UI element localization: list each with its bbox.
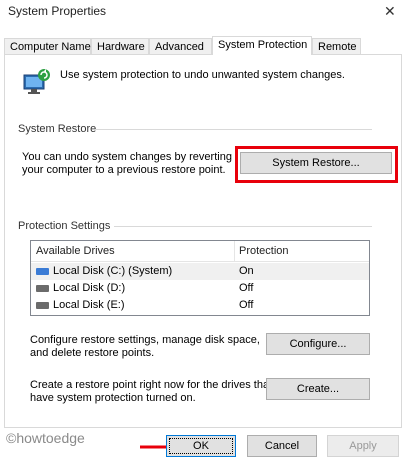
window-title: System Properties	[8, 4, 107, 18]
list-item[interactable]: Local Disk (E:) Off	[31, 297, 369, 314]
configure-button[interactable]: Configure...	[266, 333, 370, 355]
watermark: ©howtoedge	[6, 430, 85, 446]
drive-name: Local Disk (E:)	[53, 299, 125, 311]
list-item[interactable]: Local Disk (D:) Off	[31, 280, 369, 297]
configure-description-1: Configure restore settings, manage disk …	[30, 334, 260, 346]
group-divider	[114, 226, 372, 227]
tab-system-protection[interactable]: System Protection	[212, 36, 312, 55]
system-protection-shield-icon	[20, 66, 52, 98]
drives-list[interactable]: Available Drives Protection Local Disk (…	[30, 240, 370, 316]
drive-protection: Off	[239, 299, 254, 311]
tab-computer-name[interactable]: Computer Name	[4, 38, 91, 54]
group-divider	[96, 129, 372, 130]
create-description-2: have system protection turned on.	[30, 392, 196, 404]
cancel-button[interactable]: Cancel	[247, 435, 317, 457]
create-description-1: Create a restore point right now for the…	[30, 379, 273, 391]
column-available-drives[interactable]: Available Drives	[31, 241, 115, 261]
system-restore-group-label: System Restore	[18, 123, 97, 135]
system-restore-description-1: You can undo system changes by reverting	[22, 151, 232, 163]
list-item[interactable]: Local Disk (C:) (System) On	[31, 263, 369, 280]
column-protection[interactable]: Protection	[234, 241, 289, 261]
system-restore-description-2: your computer to a previous restore poin…	[22, 164, 226, 176]
list-header: Available Drives Protection	[31, 241, 369, 262]
system-restore-button[interactable]: System Restore...	[240, 152, 392, 174]
intro-text: Use system protection to undo unwanted s…	[60, 69, 345, 81]
system-drive-icon	[36, 268, 49, 275]
drive-icon	[36, 285, 49, 292]
drive-name: Local Disk (D:)	[53, 282, 126, 294]
drive-protection: On	[239, 265, 254, 277]
drive-icon	[36, 302, 49, 309]
close-icon[interactable]: ✕	[384, 3, 396, 20]
drive-protection: Off	[239, 282, 254, 294]
drive-name: Local Disk (C:) (System)	[53, 265, 173, 277]
tab-remote[interactable]: Remote	[312, 38, 361, 54]
protection-settings-group-label: Protection Settings	[18, 220, 111, 232]
apply-button[interactable]: Apply	[327, 435, 399, 457]
tab-hardware[interactable]: Hardware	[91, 38, 149, 54]
configure-description-2: and delete restore points.	[30, 347, 155, 359]
tab-advanced[interactable]: Advanced	[149, 38, 212, 54]
ok-button[interactable]: OK	[166, 435, 236, 457]
create-button[interactable]: Create...	[266, 378, 370, 400]
